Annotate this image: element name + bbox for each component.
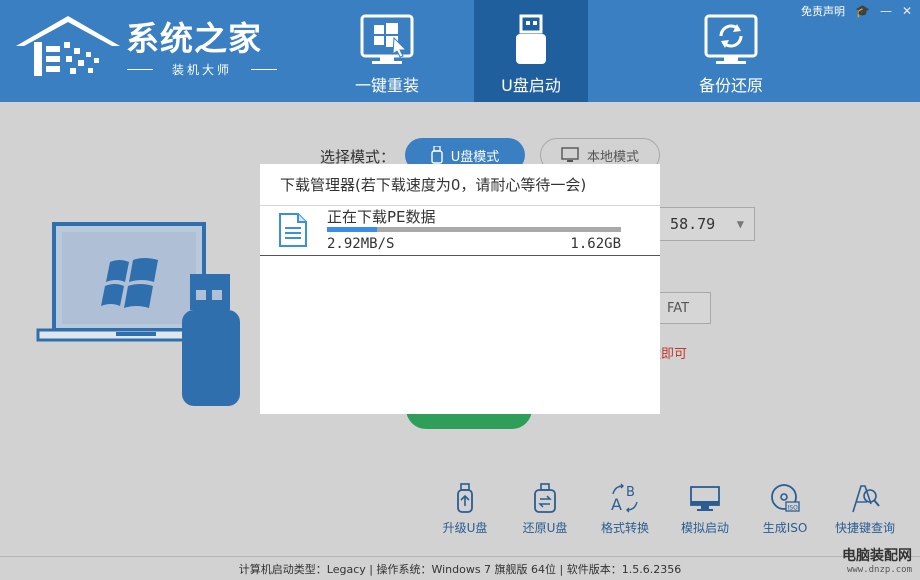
- monitor-small-icon: [561, 147, 579, 162]
- download-name: 正在下载PE数据: [327, 208, 436, 226]
- restore-usb-icon: [534, 483, 556, 513]
- site-watermark: 电脑装配网 www.dnzp.com: [842, 545, 912, 575]
- graduation-cap-icon[interactable]: 🎓: [855, 5, 870, 17]
- watermark-main: 电脑装配网: [842, 548, 912, 564]
- house-logo-icon: [16, 16, 120, 76]
- svg-text:B: B: [626, 485, 635, 500]
- format-convert-icon: A B: [611, 483, 638, 514]
- usb-drive-icon: [516, 14, 546, 64]
- local-mode-label: 本地模式: [586, 149, 639, 165]
- download-item: 正在下载PE数据 2.92MB/S 1.62GB: [260, 206, 660, 256]
- download-speed: 2.92MB/S: [327, 236, 395, 252]
- tab-backup-restore[interactable]: 备份还原: [674, 0, 788, 102]
- make-iso-button[interactable]: ISO 生成ISO: [750, 482, 820, 540]
- windows-install-icon: [360, 14, 414, 64]
- dropdown-arrow-icon: ▼: [736, 217, 744, 231]
- backup-restore-icon: [704, 14, 758, 64]
- svg-text:A: A: [611, 495, 622, 514]
- usb-small-icon: [431, 146, 443, 164]
- upgrade-usb-button[interactable]: 升级U盘: [430, 482, 500, 540]
- tab-label: 一键重装: [354, 76, 419, 95]
- tab-one-click-reinstall[interactable]: 一键重装: [330, 0, 444, 102]
- minimize-icon[interactable]: —: [880, 5, 892, 17]
- make-iso-icon: ISO: [771, 484, 800, 512]
- download-progress-bar: [327, 227, 621, 232]
- restore-usb-button[interactable]: 还原U盘: [510, 482, 580, 540]
- tab-label: 备份还原: [698, 76, 763, 95]
- drive-select[interactable]: ) 58.79 ▼: [645, 207, 755, 241]
- tool-label: 快捷键查询: [834, 521, 895, 535]
- download-manager-dialog: 下载管理器(若下载速度为0，请耐心等待一会) 正在下载PE数据 2.92MB/S…: [260, 164, 660, 414]
- laptop-usb-illustration: [36, 222, 240, 406]
- watermark-sub: www.dnzp.com: [846, 565, 912, 575]
- shortcut-query-button[interactable]: 快捷键查询: [830, 482, 900, 540]
- disclaimer-link[interactable]: 免责声明: [801, 3, 845, 19]
- simulate-boot-icon: [690, 486, 720, 511]
- download-size: 1.62GB: [570, 236, 621, 252]
- app-logo: 系统之家 装机大师: [12, 12, 277, 82]
- tab-usb-boot[interactable]: U盘启动: [474, 0, 588, 102]
- shortcut-query-icon: [852, 485, 880, 513]
- tool-label: 升级U盘: [442, 521, 488, 535]
- download-progress-fill: [327, 227, 377, 232]
- simulate-boot-button[interactable]: 模拟启动: [670, 482, 740, 540]
- dialog-title: 下载管理器(若下载速度为0，请耐心等待一会): [260, 164, 660, 206]
- upgrade-usb-icon: [457, 483, 473, 513]
- tool-label: 还原U盘: [522, 521, 568, 535]
- document-icon: [279, 213, 307, 247]
- format-convert-button[interactable]: A B 格式转换: [590, 482, 660, 540]
- app-header: 系统之家 装机大师 一键重装 U盘启动 备份还原 免责声明 🎓 — ✕: [0, 0, 920, 102]
- close-icon[interactable]: ✕: [902, 5, 912, 17]
- tool-label: 格式转换: [600, 521, 649, 535]
- status-bar: 计算机启动类型：Legacy | 操作系统：Windows 7 旗舰版 64位 …: [0, 556, 920, 580]
- u-mode-label: U盘模式: [450, 149, 500, 165]
- logo-title: 系统之家: [126, 19, 262, 58]
- tool-label: 生成ISO: [762, 521, 808, 535]
- drive-select-value: ) 58.79: [652, 215, 716, 233]
- svg-text:ISO: ISO: [788, 505, 799, 512]
- tool-label: 模拟启动: [680, 521, 729, 535]
- window-controls: 免责声明 🎓 — ✕: [801, 3, 912, 19]
- tab-label: U盘启动: [501, 76, 561, 95]
- logo-subtitle: 装机大师: [127, 61, 277, 78]
